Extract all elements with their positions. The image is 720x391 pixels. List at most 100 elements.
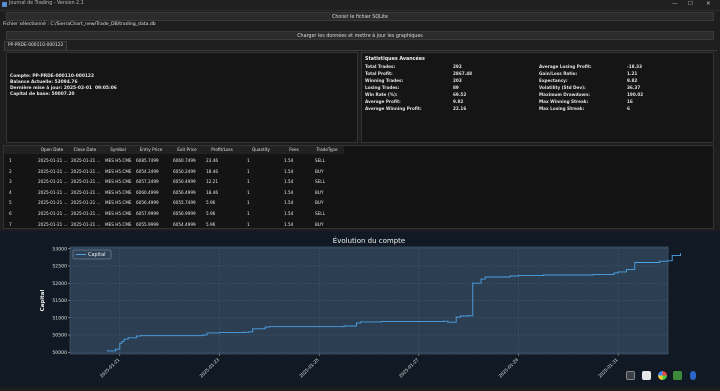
choose-file-button[interactable]: Choisir le fichier SQLite [6, 12, 714, 21]
capital-point [115, 348, 117, 350]
table-cell: 1 [247, 168, 250, 174]
column-header[interactable]: Symbol [104, 147, 132, 152]
column-header[interactable]: Close Date [70, 147, 100, 152]
table-cell: 6056.4999 [136, 200, 159, 206]
capital-point [206, 332, 208, 334]
table-cell: 1.54 [284, 189, 294, 195]
row-number: 7 [9, 221, 12, 227]
stat-label: Total Profit: [365, 71, 393, 76]
table-cell: 6060.7499 [173, 158, 196, 163]
y-tick-label: 51500 [52, 298, 67, 304]
stat-value: 69.52 [453, 92, 467, 97]
column-header[interactable]: Open Date [37, 147, 67, 152]
table-header: Open Date Close Date Symbol Entry Price Exit… [4, 146, 344, 154]
trades-table[interactable]: Open Date Close Date Symbol Entry Price Exit… [3, 145, 714, 229]
table-cell: 5.96 [206, 211, 216, 216]
table-cell: 18.46 [206, 189, 218, 195]
legend-label: Capital [88, 252, 106, 258]
stat-row: Gain/Loss Ratio: 1.21 [539, 71, 637, 76]
table-cell: 6050.4999 [173, 179, 196, 185]
table-cell: 2025-01-21 ... [71, 189, 101, 195]
stat-value: 36.37 [627, 85, 641, 90]
tray-chrome-icon[interactable] [658, 371, 667, 380]
stat-label: Maximum Drawdown: [539, 92, 590, 97]
table-cell: 2025-01-21 ... [71, 200, 101, 206]
capital-point [459, 315, 461, 317]
tray-app-icon[interactable] [642, 371, 651, 380]
capital-point [634, 262, 636, 264]
advanced-stats-panel: Statistiques Avancées Total Trades: 292 T… [361, 52, 714, 143]
table-cell: 6057.9999 [136, 211, 159, 216]
capital-point [243, 331, 245, 333]
stat-row: Volatility (Std Dev): 36.37 [539, 85, 640, 90]
table-cell: 1 [247, 158, 250, 163]
last-update: Dernière mise à jour: 2025-02-01 09:05:0… [10, 86, 117, 91]
base-capital: Capital de base: 50007.20 [10, 92, 75, 97]
x-tick-label: 2025-01-23 [199, 357, 221, 379]
table-cell: 2025-01-21 ... [71, 221, 101, 227]
stat-value: 22.16 [453, 106, 467, 111]
y-tick-label: 53000 [52, 246, 67, 252]
stat-row: Expectancy: 9.82 [539, 78, 637, 83]
column-header[interactable]: Profit/Loss [205, 147, 239, 152]
capital-point [264, 326, 266, 328]
capital-point [468, 315, 470, 317]
column-header[interactable]: Fees [283, 147, 305, 152]
stat-row: Total Profit: 2867.48 [365, 71, 472, 76]
table-row[interactable]: 7 2025-01-21 ... 2025-01-21 ... MES H5.CME 6… [4, 220, 344, 228]
x-tick-label: 2025-01-27 [398, 357, 420, 379]
capital-point [667, 260, 669, 262]
column-header[interactable]: Quantity [246, 147, 276, 152]
minimize-button[interactable]: — [672, 1, 678, 7]
stat-value: 1.21 [627, 71, 638, 76]
maximize-button[interactable]: ☐ [688, 1, 693, 7]
capital-point [455, 316, 457, 318]
close-button[interactable]: ✕ [706, 1, 711, 7]
stat-value: 203 [453, 78, 462, 83]
capital-point [480, 278, 482, 280]
table-cell: 23.46 [206, 158, 218, 163]
row-number: 3 [9, 179, 12, 185]
capital-chart: 50000 50500 51000 51500 52000 52500 53000 2025-… [40, 236, 681, 379]
stat-label: Average Profit: [365, 99, 401, 104]
table-cell: 1.54 [284, 168, 294, 174]
account-tab-bar: PP-PRDE-000110-000122 [3, 41, 717, 51]
capital-point [472, 282, 474, 284]
stat-label: Average Losing Profit: [539, 64, 592, 69]
stat-row: Max Winning Streak: 16 [539, 99, 633, 104]
tab-account[interactable]: PP-PRDE-000110-000122 [4, 41, 68, 50]
stat-label: Volatility (Std Dev): [539, 85, 586, 90]
x-tick-label: 2025-01-21 [99, 357, 121, 379]
capital-point [592, 274, 594, 276]
y-tick-label: 52500 [52, 264, 67, 270]
capital-point [248, 331, 250, 333]
stat-label: Losing Trades: [365, 85, 400, 90]
stat-row: Average Profit: 9.82 [365, 99, 463, 104]
table-cell: 6055.9999 [136, 221, 159, 227]
account-info-panel: Compte: PP-PRDE-000110-000122 Balance Ac… [6, 52, 358, 143]
capital-point [617, 271, 619, 273]
load-data-button[interactable]: Charger les données et mettre à jour les… [6, 31, 714, 40]
stat-value: 9.82 [453, 99, 464, 104]
app-icon [2, 2, 7, 7]
table-cell: 6050.2499 [173, 168, 196, 174]
capital-point [343, 325, 345, 327]
capital-point [121, 341, 123, 343]
tray-display-icon[interactable] [626, 371, 635, 380]
capital-point [542, 274, 544, 276]
capital-point [252, 328, 254, 330]
capital-point [360, 321, 362, 323]
table-cell: 6060.4999 [136, 189, 159, 195]
column-header[interactable]: TradeType [314, 147, 340, 152]
table-cell: MES H5.CME [105, 179, 132, 185]
capital-point [119, 342, 121, 344]
column-header[interactable]: Exit Price [172, 147, 202, 152]
column-header[interactable]: Entry Price [135, 147, 167, 152]
table-cell: 6054.2499 [136, 168, 159, 174]
tray-sheet-icon[interactable] [673, 371, 682, 380]
tray-bluetooth-icon[interactable] [690, 371, 696, 380]
capital-point [123, 338, 125, 340]
table-cell: 2025-01-21 ... [38, 211, 68, 216]
stat-label: Max Winning Streak: [539, 99, 589, 104]
current-balance: Balance Actuelle: 53094.76 [10, 80, 78, 85]
